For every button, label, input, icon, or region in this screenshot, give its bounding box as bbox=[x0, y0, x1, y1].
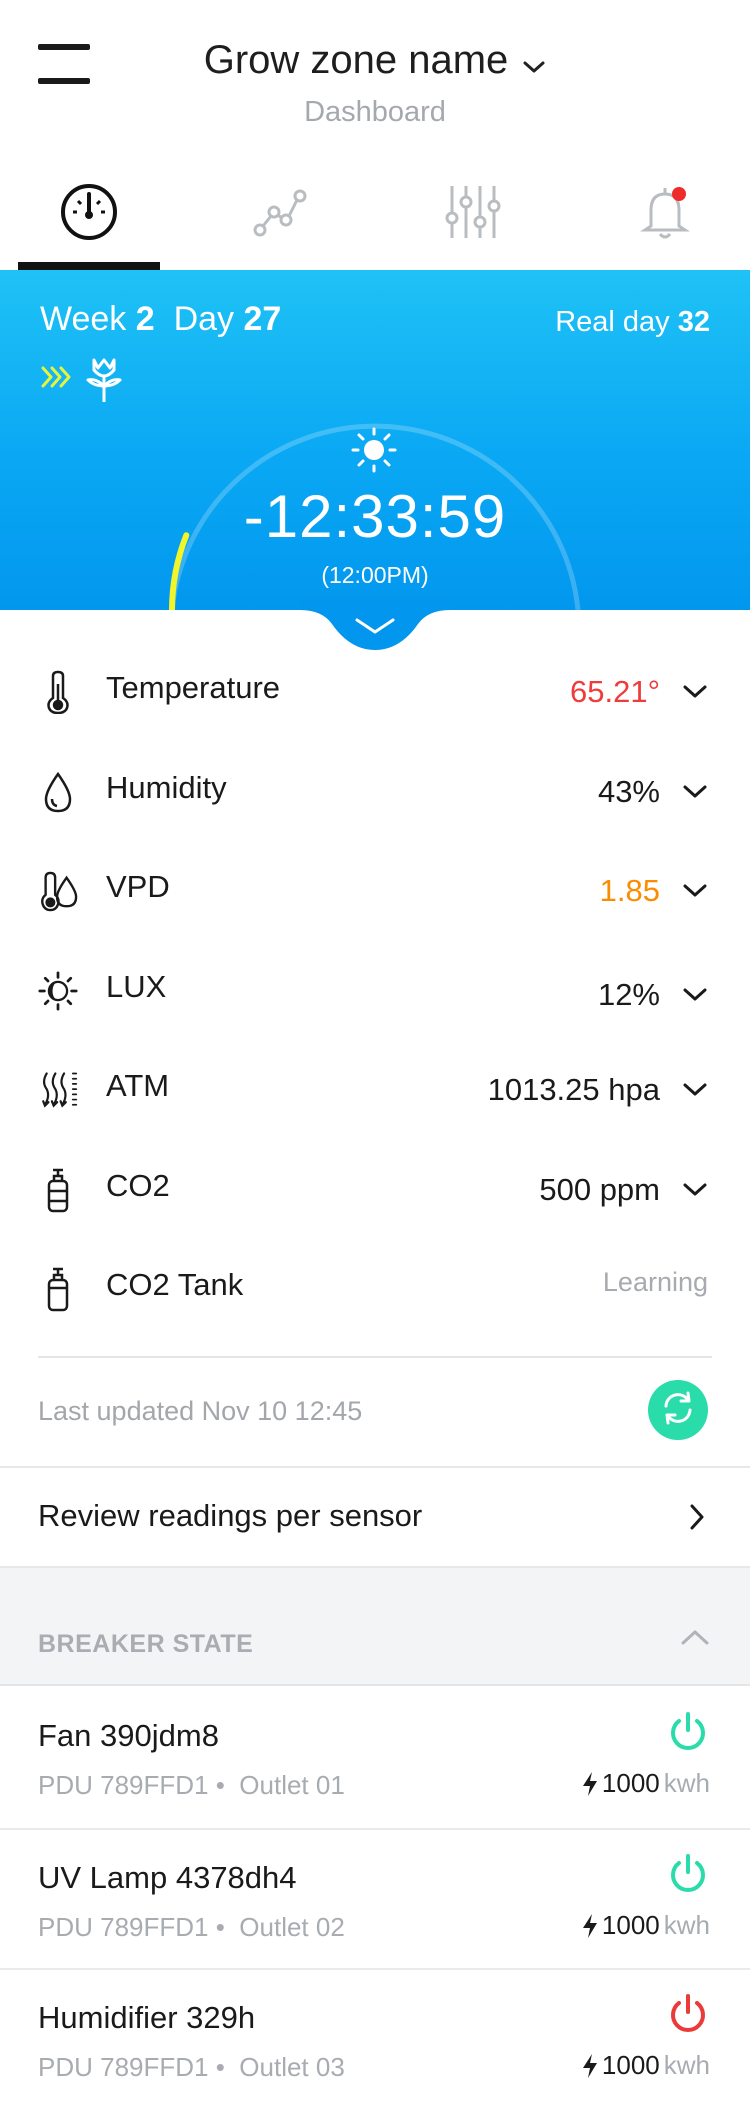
breaker-energy: 1000 kwh bbox=[582, 2050, 710, 2081]
line-graph-icon bbox=[250, 182, 310, 247]
reading-value: Learning bbox=[602, 1267, 708, 1297]
tab-controls[interactable] bbox=[397, 170, 547, 270]
reading-value: 1013.25 hpa bbox=[487, 1072, 660, 1107]
breaker-row[interactable]: Fan 390jdm8 PDU 789FFD1 • Outlet 01 1000… bbox=[0, 1688, 750, 1828]
page-subtitle: Dashboard bbox=[304, 96, 446, 128]
cycle-clock-time: (12:00PM) bbox=[321, 562, 429, 588]
fast-forward-icon bbox=[40, 362, 74, 397]
droplet-icon bbox=[38, 770, 78, 814]
refresh-button[interactable] bbox=[648, 1380, 708, 1440]
tab-graphs[interactable] bbox=[205, 170, 355, 270]
chevron-down-icon[interactable] bbox=[682, 1180, 708, 1200]
zone-title: Grow zone name bbox=[203, 38, 509, 82]
breaker-name: UV Lamp 4378dh4 bbox=[38, 1860, 297, 1895]
tab-dashboard[interactable] bbox=[14, 170, 164, 270]
chevron-down-icon[interactable] bbox=[682, 985, 708, 1005]
cycle-countdown: -12:33:59 bbox=[243, 483, 507, 550]
reading-label: VPD bbox=[106, 869, 170, 904]
reading-temperature[interactable]: Temperature 65.21° bbox=[0, 640, 750, 740]
refresh-icon bbox=[658, 1388, 698, 1433]
tab-alerts[interactable] bbox=[590, 170, 740, 270]
chevron-down-icon bbox=[522, 40, 546, 85]
reading-value: 65.21° bbox=[570, 674, 660, 709]
sun-moon-icon bbox=[38, 969, 78, 1013]
day-number: 27 bbox=[243, 300, 282, 338]
chevron-down-icon[interactable] bbox=[682, 881, 708, 901]
pressure-icon bbox=[38, 1068, 78, 1112]
reading-label: Temperature bbox=[106, 670, 281, 705]
week-number: 2 bbox=[135, 300, 155, 338]
reading-value: 12% bbox=[597, 976, 660, 1012]
grow-cycle-panel: Week 2 Day 27 Real day 32 -12:33:59 (12:… bbox=[0, 270, 750, 610]
breaker-location: PDU 789FFD1 • Outlet 03 bbox=[38, 2052, 345, 2082]
reading-humidity[interactable]: Humidity 43% bbox=[0, 740, 750, 840]
breaker-row[interactable]: UV Lamp 4378dh4 PDU 789FFD1 • Outlet 02 … bbox=[0, 1828, 750, 1968]
tank-icon bbox=[38, 1267, 78, 1312]
reading-label: CO2 bbox=[106, 1167, 170, 1203]
breaker-name: Fan 390jdm8 bbox=[38, 1718, 219, 1753]
reading-atm[interactable]: ATM 1013.25 hpa bbox=[0, 1038, 750, 1138]
real-day-label: Real day 32 bbox=[555, 306, 710, 338]
reading-co2-tank[interactable]: CO2 Tank Learning bbox=[0, 1237, 750, 1337]
review-readings-label: Review readings per sensor bbox=[38, 1498, 423, 1533]
breaker-location: PDU 789FFD1 • Outlet 01 bbox=[38, 1770, 345, 1800]
sliders-icon bbox=[442, 182, 502, 247]
reading-label: LUX bbox=[106, 968, 167, 1004]
bolt-icon bbox=[582, 1771, 597, 1796]
breaker-row[interactable]: Humidifier 329h PDU 789FFD1 • Outlet 03 … bbox=[0, 1968, 750, 2108]
chevron-up-icon[interactable] bbox=[680, 1628, 710, 1653]
breaker-energy: 1000 kwh bbox=[582, 1910, 710, 1941]
review-readings-row[interactable]: Review readings per sensor bbox=[0, 1466, 750, 1568]
bolt-icon bbox=[582, 2053, 597, 2078]
tab-bar bbox=[0, 170, 750, 270]
reading-label: CO2 Tank bbox=[106, 1267, 244, 1302]
active-tab-indicator bbox=[18, 262, 160, 270]
plant-stage-icon bbox=[82, 356, 126, 409]
power-icon[interactable] bbox=[666, 1852, 710, 1896]
reading-value: 500 ppm bbox=[539, 1171, 660, 1207]
breaker-energy: 1000 kwh bbox=[582, 1768, 710, 1799]
divider bbox=[38, 1356, 712, 1358]
thermometer-icon bbox=[38, 670, 78, 714]
breaker-section-title: BREAKER STATE bbox=[38, 1630, 254, 1658]
chevron-right-icon bbox=[688, 1502, 706, 1537]
bolt-icon bbox=[582, 1913, 597, 1938]
sun-icon bbox=[351, 427, 397, 473]
chevron-down-icon[interactable] bbox=[682, 1080, 708, 1100]
gauge-icon bbox=[59, 182, 119, 247]
reading-vpd[interactable]: VPD 1.85 bbox=[0, 839, 750, 939]
last-updated-text: Last updated Nov 10 12:45 bbox=[38, 1396, 363, 1426]
zone-selector[interactable]: Grow zone name bbox=[0, 38, 750, 85]
bell-icon bbox=[635, 182, 695, 247]
week-day-label: Week 2 Day 27 bbox=[40, 300, 282, 338]
reading-label: ATM bbox=[106, 1068, 170, 1103]
breaker-name: Humidifier 329h bbox=[38, 2000, 256, 2035]
breaker-location: PDU 789FFD1 • Outlet 02 bbox=[38, 1912, 345, 1942]
power-icon[interactable] bbox=[666, 1710, 710, 1754]
chevron-down-icon[interactable] bbox=[682, 682, 708, 702]
breaker-section-header[interactable]: BREAKER STATE bbox=[0, 1568, 750, 1686]
app-header: Grow zone name Dashboard bbox=[0, 0, 750, 150]
reading-co2[interactable]: CO2 500 ppm bbox=[0, 1138, 750, 1238]
co2-icon bbox=[38, 1168, 78, 1212]
reading-label: Humidity bbox=[106, 769, 227, 805]
chevron-down-icon[interactable] bbox=[682, 782, 708, 802]
reading-value: 1.85 bbox=[599, 873, 660, 908]
breaker-list: Fan 390jdm8 PDU 789FFD1 • Outlet 01 1000… bbox=[0, 1688, 750, 2108]
sensor-readings: Temperature 65.21° Humidity 43% VPD 1.85… bbox=[0, 640, 750, 1337]
reading-value: 43% bbox=[597, 773, 660, 809]
reading-lux[interactable]: LUX 12% bbox=[0, 939, 750, 1039]
power-icon[interactable] bbox=[666, 1992, 710, 2036]
vpd-icon bbox=[38, 869, 78, 913]
